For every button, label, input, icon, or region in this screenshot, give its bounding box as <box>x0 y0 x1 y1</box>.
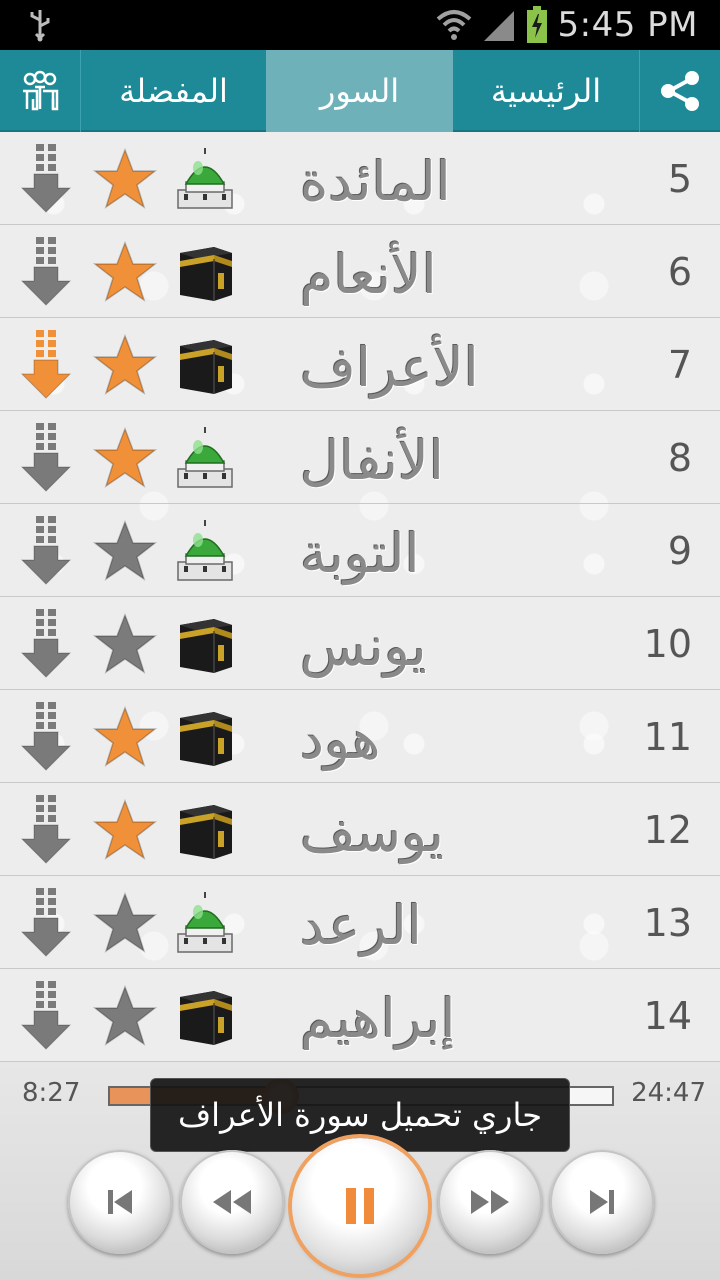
surah-number: 8 <box>667 435 692 480</box>
favorite-star-icon[interactable] <box>92 611 158 677</box>
status-bar: 5:45 PM <box>0 0 720 50</box>
prophet-mosque-icon <box>172 890 238 956</box>
surah-name: الأنعام <box>300 242 437 306</box>
favorite-star-icon[interactable] <box>92 332 158 398</box>
download-icon[interactable] <box>18 886 74 960</box>
surah-number: 13 <box>643 900 692 945</box>
surah-number: 6 <box>667 249 692 294</box>
signal-icon <box>483 11 514 41</box>
surah-row[interactable]: 11 هود <box>0 690 720 783</box>
favorite-star-icon[interactable] <box>92 146 158 212</box>
surah-name: الرعد <box>300 893 422 957</box>
share-icon <box>661 71 699 111</box>
tab-home[interactable]: الرئيسية <box>453 50 639 132</box>
reciters-group-icon <box>23 70 59 111</box>
favorite-star-icon[interactable] <box>92 890 158 956</box>
clock: 5:45 PM <box>557 5 698 45</box>
usb-icon <box>30 10 50 42</box>
fast-forward-button[interactable] <box>438 1150 542 1254</box>
surah-row[interactable]: 8 الأنفال <box>0 411 720 504</box>
download-icon[interactable] <box>18 700 74 774</box>
favorite-star-icon[interactable] <box>92 239 158 305</box>
total-time: 24:47 <box>631 1078 706 1108</box>
share-button[interactable] <box>640 50 720 132</box>
surah-number: 12 <box>643 807 692 852</box>
download-icon[interactable] <box>18 421 74 495</box>
kaaba-icon <box>172 239 238 305</box>
prophet-mosque-icon <box>172 146 238 212</box>
surah-row[interactable]: 14 إبراهيم <box>0 969 720 1062</box>
reciters-button[interactable] <box>0 50 80 132</box>
surah-number: 14 <box>643 993 692 1038</box>
rewind-icon <box>213 1190 251 1214</box>
favorite-star-icon[interactable] <box>92 518 158 584</box>
tab-surahs[interactable]: السور <box>266 50 453 132</box>
favorite-star-icon[interactable] <box>92 797 158 863</box>
download-icon[interactable] <box>18 979 74 1053</box>
surah-row[interactable]: 5 المائدة <box>0 132 720 225</box>
next-button[interactable] <box>550 1150 654 1254</box>
surah-number: 10 <box>643 621 692 666</box>
surah-row[interactable]: 10 يونس <box>0 597 720 690</box>
surah-name: يونس <box>300 614 427 678</box>
prophet-mosque-icon <box>172 518 238 584</box>
surah-row[interactable]: 6 الأنعام <box>0 225 720 318</box>
surah-name: الأنفال <box>300 428 444 492</box>
pause-icon <box>346 1188 374 1224</box>
surah-row[interactable]: 7 الأعراف <box>0 318 720 411</box>
surah-row[interactable]: 12 يوسف <box>0 783 720 876</box>
surah-number: 9 <box>667 528 692 573</box>
download-icon[interactable] <box>18 328 74 402</box>
kaaba-icon <box>172 704 238 770</box>
surah-number: 7 <box>667 342 692 387</box>
prophet-mosque-icon <box>172 425 238 491</box>
elapsed-time: 8:27 <box>22 1078 81 1108</box>
audio-player: 8:27 24:47 جاري تحميل سورة الأعراف <box>0 1062 720 1280</box>
tab-bar: المفضلة السور الرئيسية <box>0 50 720 132</box>
surah-row[interactable]: 13 الرعد <box>0 876 720 969</box>
wifi-icon <box>436 10 471 40</box>
kaaba-icon <box>172 797 238 863</box>
download-icon[interactable] <box>18 607 74 681</box>
fast-forward-icon <box>471 1190 509 1214</box>
skip-previous-icon <box>108 1190 132 1214</box>
surah-name: يوسف <box>300 800 445 864</box>
battery-charging-icon <box>526 6 547 43</box>
surah-row[interactable]: 9 التوبة <box>0 504 720 597</box>
rewind-button[interactable] <box>180 1150 284 1254</box>
kaaba-icon <box>172 611 238 677</box>
favorite-star-icon[interactable] <box>92 983 158 1049</box>
tab-favorites[interactable]: المفضلة <box>81 50 266 132</box>
kaaba-icon <box>172 983 238 1049</box>
surah-name: إبراهيم <box>300 986 456 1050</box>
surah-name: الأعراف <box>300 335 479 399</box>
download-icon[interactable] <box>18 142 74 216</box>
kaaba-icon <box>172 332 238 398</box>
download-icon[interactable] <box>18 793 74 867</box>
surah-number: 5 <box>667 156 692 201</box>
skip-next-icon <box>590 1190 614 1214</box>
surah-name: التوبة <box>300 521 420 585</box>
previous-button[interactable] <box>68 1150 172 1254</box>
download-icon[interactable] <box>18 514 74 588</box>
download-icon[interactable] <box>18 235 74 309</box>
favorite-star-icon[interactable] <box>92 704 158 770</box>
pause-button[interactable] <box>292 1138 428 1274</box>
surah-number: 11 <box>643 714 692 759</box>
surah-name: هود <box>300 707 381 771</box>
favorite-star-icon[interactable] <box>92 425 158 491</box>
surah-name: المائدة <box>300 149 451 213</box>
surah-list[interactable]: 5 المائدة 6 الأنعام 7 الأعراف 8 الأنفال 9 التوبة 1… <box>0 132 720 1062</box>
